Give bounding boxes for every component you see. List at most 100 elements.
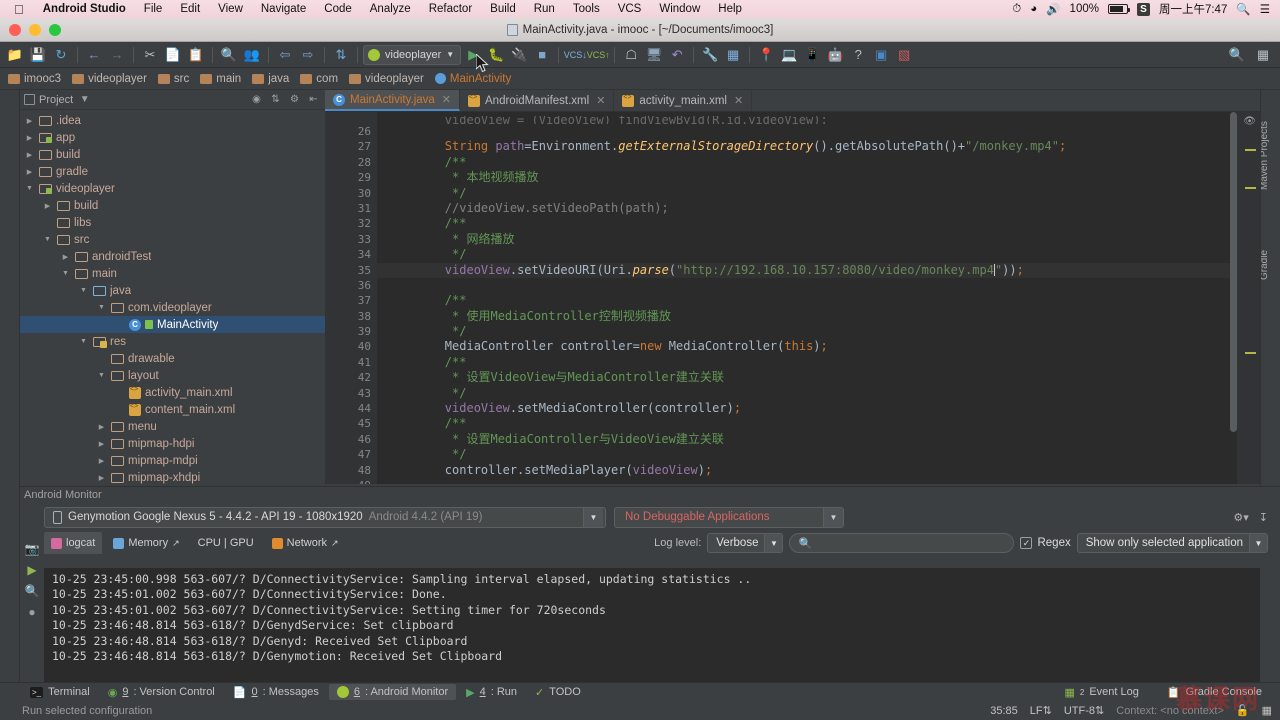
search-everywhere-icon[interactable]: 🔍 — [1226, 44, 1248, 66]
copy-icon[interactable]: 📄 — [162, 44, 184, 66]
eye-icon[interactable]: 👁 — [1243, 116, 1256, 127]
project-view-selector[interactable]: Project — [24, 94, 73, 106]
chevron-right-icon[interactable]: ▶ — [96, 423, 107, 431]
tree-node[interactable]: drawable — [20, 350, 325, 367]
menu-item-run[interactable]: Run — [525, 3, 564, 15]
statusbar-button-version-control[interactable]: ◉ 9: Version Control — [100, 684, 223, 701]
chevron-right-icon[interactable]: ▶ — [96, 440, 107, 448]
code-line[interactable]: * 使用MediaController控制视频播放 — [377, 309, 1237, 324]
editor-tab-androidmanifest-xml[interactable]: AndroidManifest.xml ✕ — [460, 90, 615, 111]
monitor-tab-cpu-gpu[interactable]: CPU | GPU — [191, 532, 261, 554]
statusbar-button-android-monitor[interactable]: 6: Android Monitor — [328, 684, 457, 700]
scroll-from-source-icon[interactable]: ◉ — [249, 92, 264, 107]
unlock-icon[interactable]: 🔓 — [1236, 704, 1250, 717]
code-line[interactable]: /** — [377, 155, 1237, 170]
file-encoding[interactable]: UTF-8⇅ — [1064, 704, 1104, 717]
breadcrumb-item-videoplayer-pkg[interactable]: videoplayer — [347, 73, 431, 85]
chevron-down-icon[interactable]: ▼ — [96, 372, 107, 379]
breadcrumb-item-com[interactable]: com — [298, 73, 345, 85]
find-usages-icon[interactable]: 👥 — [241, 44, 263, 66]
avd-icon[interactable]: 📍 — [755, 44, 777, 66]
monitor-icon[interactable]: 💻 — [778, 44, 800, 66]
close-icon[interactable]: ✕ — [442, 93, 451, 106]
detach-icon[interactable]: ↗ — [331, 538, 339, 549]
chevron-down-icon[interactable]: ▼ — [78, 287, 89, 294]
editor-tab-activity-main-xml[interactable]: activity_main.xml ✕ — [614, 90, 753, 111]
monitor-tab-network[interactable]: Network ↗ — [265, 532, 346, 554]
collapse-all-icon[interactable]: ⇅ — [268, 92, 283, 107]
process-selector[interactable]: No Debuggable Applications ▼ — [614, 506, 844, 528]
code-line[interactable] — [377, 124, 1237, 139]
chevron-down-icon[interactable]: ▼ — [823, 507, 843, 527]
code-line[interactable]: * 本地视频播放 — [377, 170, 1237, 185]
code-line[interactable]: videoView.setVideoURI(Uri.parse("http://… — [377, 262, 1237, 278]
detach-icon[interactable]: ↗ — [172, 538, 180, 549]
wifi-icon[interactable]: ◕ — [1030, 3, 1037, 15]
close-tool-icon[interactable]: ▧ — [893, 44, 915, 66]
menu-item-help[interactable]: Help — [709, 3, 751, 15]
menu-item-navigate[interactable]: Navigate — [252, 3, 315, 15]
breadcrumb-item-src[interactable]: src — [156, 73, 196, 85]
menu-item-android-studio[interactable]: Android Studio — [34, 3, 135, 15]
logcat-output[interactable]: 10-25 23:45:00.998 563-607/? D/Connectiv… — [44, 568, 1260, 682]
breadcrumb-item-main[interactable]: main — [198, 73, 248, 85]
chevron-right-icon[interactable]: ▶ — [96, 474, 107, 482]
export-icon[interactable]: ↧ — [1259, 511, 1268, 524]
chevron-right-icon[interactable]: ▶ — [24, 134, 35, 142]
help-icon[interactable]: ? — [847, 44, 869, 66]
menu-item-build[interactable]: Build — [481, 3, 525, 15]
sdk-manager-icon[interactable]: 🔧 — [699, 44, 721, 66]
tree-node[interactable]: activity_main.xml — [20, 384, 325, 401]
clock-datetime[interactable]: 周一上午7:47 — [1159, 1, 1227, 17]
code-line[interactable]: MediaController controller=new MediaCont… — [377, 339, 1237, 354]
log-level-select[interactable]: Verbose ▼ — [707, 533, 784, 553]
open-folder-icon[interactable]: 📁 — [4, 44, 26, 66]
tree-node[interactable]: ▶ mipmap-hdpi — [20, 435, 325, 452]
tree-node[interactable]: libs — [20, 214, 325, 231]
breadcrumb-item-imooc3[interactable]: imooc3 — [6, 73, 68, 85]
editor-vertical-scrollbar[interactable] — [1230, 112, 1237, 432]
tree-node[interactable]: ▶ build — [20, 197, 325, 214]
battery-charging-icon[interactable] — [1107, 4, 1130, 14]
breadcrumb-item-mainactivity[interactable]: MainActivity — [433, 73, 518, 85]
android-device-icon[interactable]: 🤖 — [824, 44, 846, 66]
code-line[interactable]: //videoView.setVideoPath(path); — [377, 201, 1237, 216]
run-configuration-selector[interactable]: videoplayer ▼ — [363, 44, 462, 65]
menu-item-edit[interactable]: Edit — [171, 3, 209, 15]
breadcrumb-item-videoplayer[interactable]: videoplayer — [70, 73, 154, 85]
code-line[interactable]: /** — [377, 216, 1237, 231]
line-separator[interactable]: LF⇅ — [1030, 704, 1052, 717]
project-structure-icon[interactable]: ☖ — [620, 44, 642, 66]
save-all-icon[interactable]: 💾 — [27, 44, 49, 66]
layout-icon[interactable]: ▦ — [1252, 44, 1274, 66]
theme-icon[interactable]: ▣ — [870, 44, 892, 66]
tree-node[interactable]: C MainActivity — [20, 316, 325, 333]
statusbar-button-gradle-console[interactable]: 📋 Gradle Console — [1159, 684, 1270, 701]
editor-code-area[interactable]: videoView = (VideoView) findViewById(R.i… — [377, 112, 1237, 484]
chevron-down-icon[interactable]: ▼ — [583, 507, 603, 527]
code-line[interactable]: controller.setMediaPlayer(videoView); — [377, 463, 1237, 478]
chevron-down-icon[interactable]: ▼ — [78, 338, 89, 345]
vcs-commit-icon[interactable]: VCS↑ — [587, 44, 610, 66]
menu-item-analyze[interactable]: Analyze — [361, 3, 420, 15]
chevron-right-icon[interactable]: ▶ — [24, 151, 35, 159]
statusbar-button-event-log[interactable]: ▦ 2 Event Log — [1056, 684, 1146, 701]
settings-icon[interactable]: ⚙ — [287, 92, 302, 107]
editor-marker-track[interactable]: 👁 — [1237, 112, 1260, 484]
editor-tab-mainactivity-java[interactable]: C MainActivity.java ✕ — [325, 90, 461, 111]
tree-node[interactable]: ▶ mipmap-xhdpi — [20, 469, 325, 486]
tree-node[interactable]: ▶ app — [20, 129, 325, 146]
code-line[interactable]: * 设置VideoView与MediaController建立关联 — [377, 370, 1237, 385]
code-line[interactable]: * 设置MediaController与VideoView建立关联 — [377, 432, 1237, 447]
code-line[interactable]: videoView.setMediaController(controller)… — [377, 401, 1237, 416]
close-icon[interactable]: ✕ — [596, 94, 605, 107]
sync-gradle-icon[interactable]: ↶ — [666, 44, 688, 66]
logcat-filter-select[interactable]: Show only selected application ▼ — [1076, 533, 1268, 553]
code-line[interactable]: */ — [377, 386, 1237, 401]
screen-record-icon[interactable]: ▶ — [27, 563, 36, 577]
layout-inspector-icon[interactable]: 🔍 — [25, 584, 40, 598]
cut-icon[interactable]: ✂ — [139, 44, 161, 66]
camera-icon[interactable]: 📷 — [25, 542, 40, 556]
navigate-back-icon[interactable]: ⇦ — [274, 44, 296, 66]
layout-inspector-icon[interactable]: ▦ — [722, 44, 744, 66]
